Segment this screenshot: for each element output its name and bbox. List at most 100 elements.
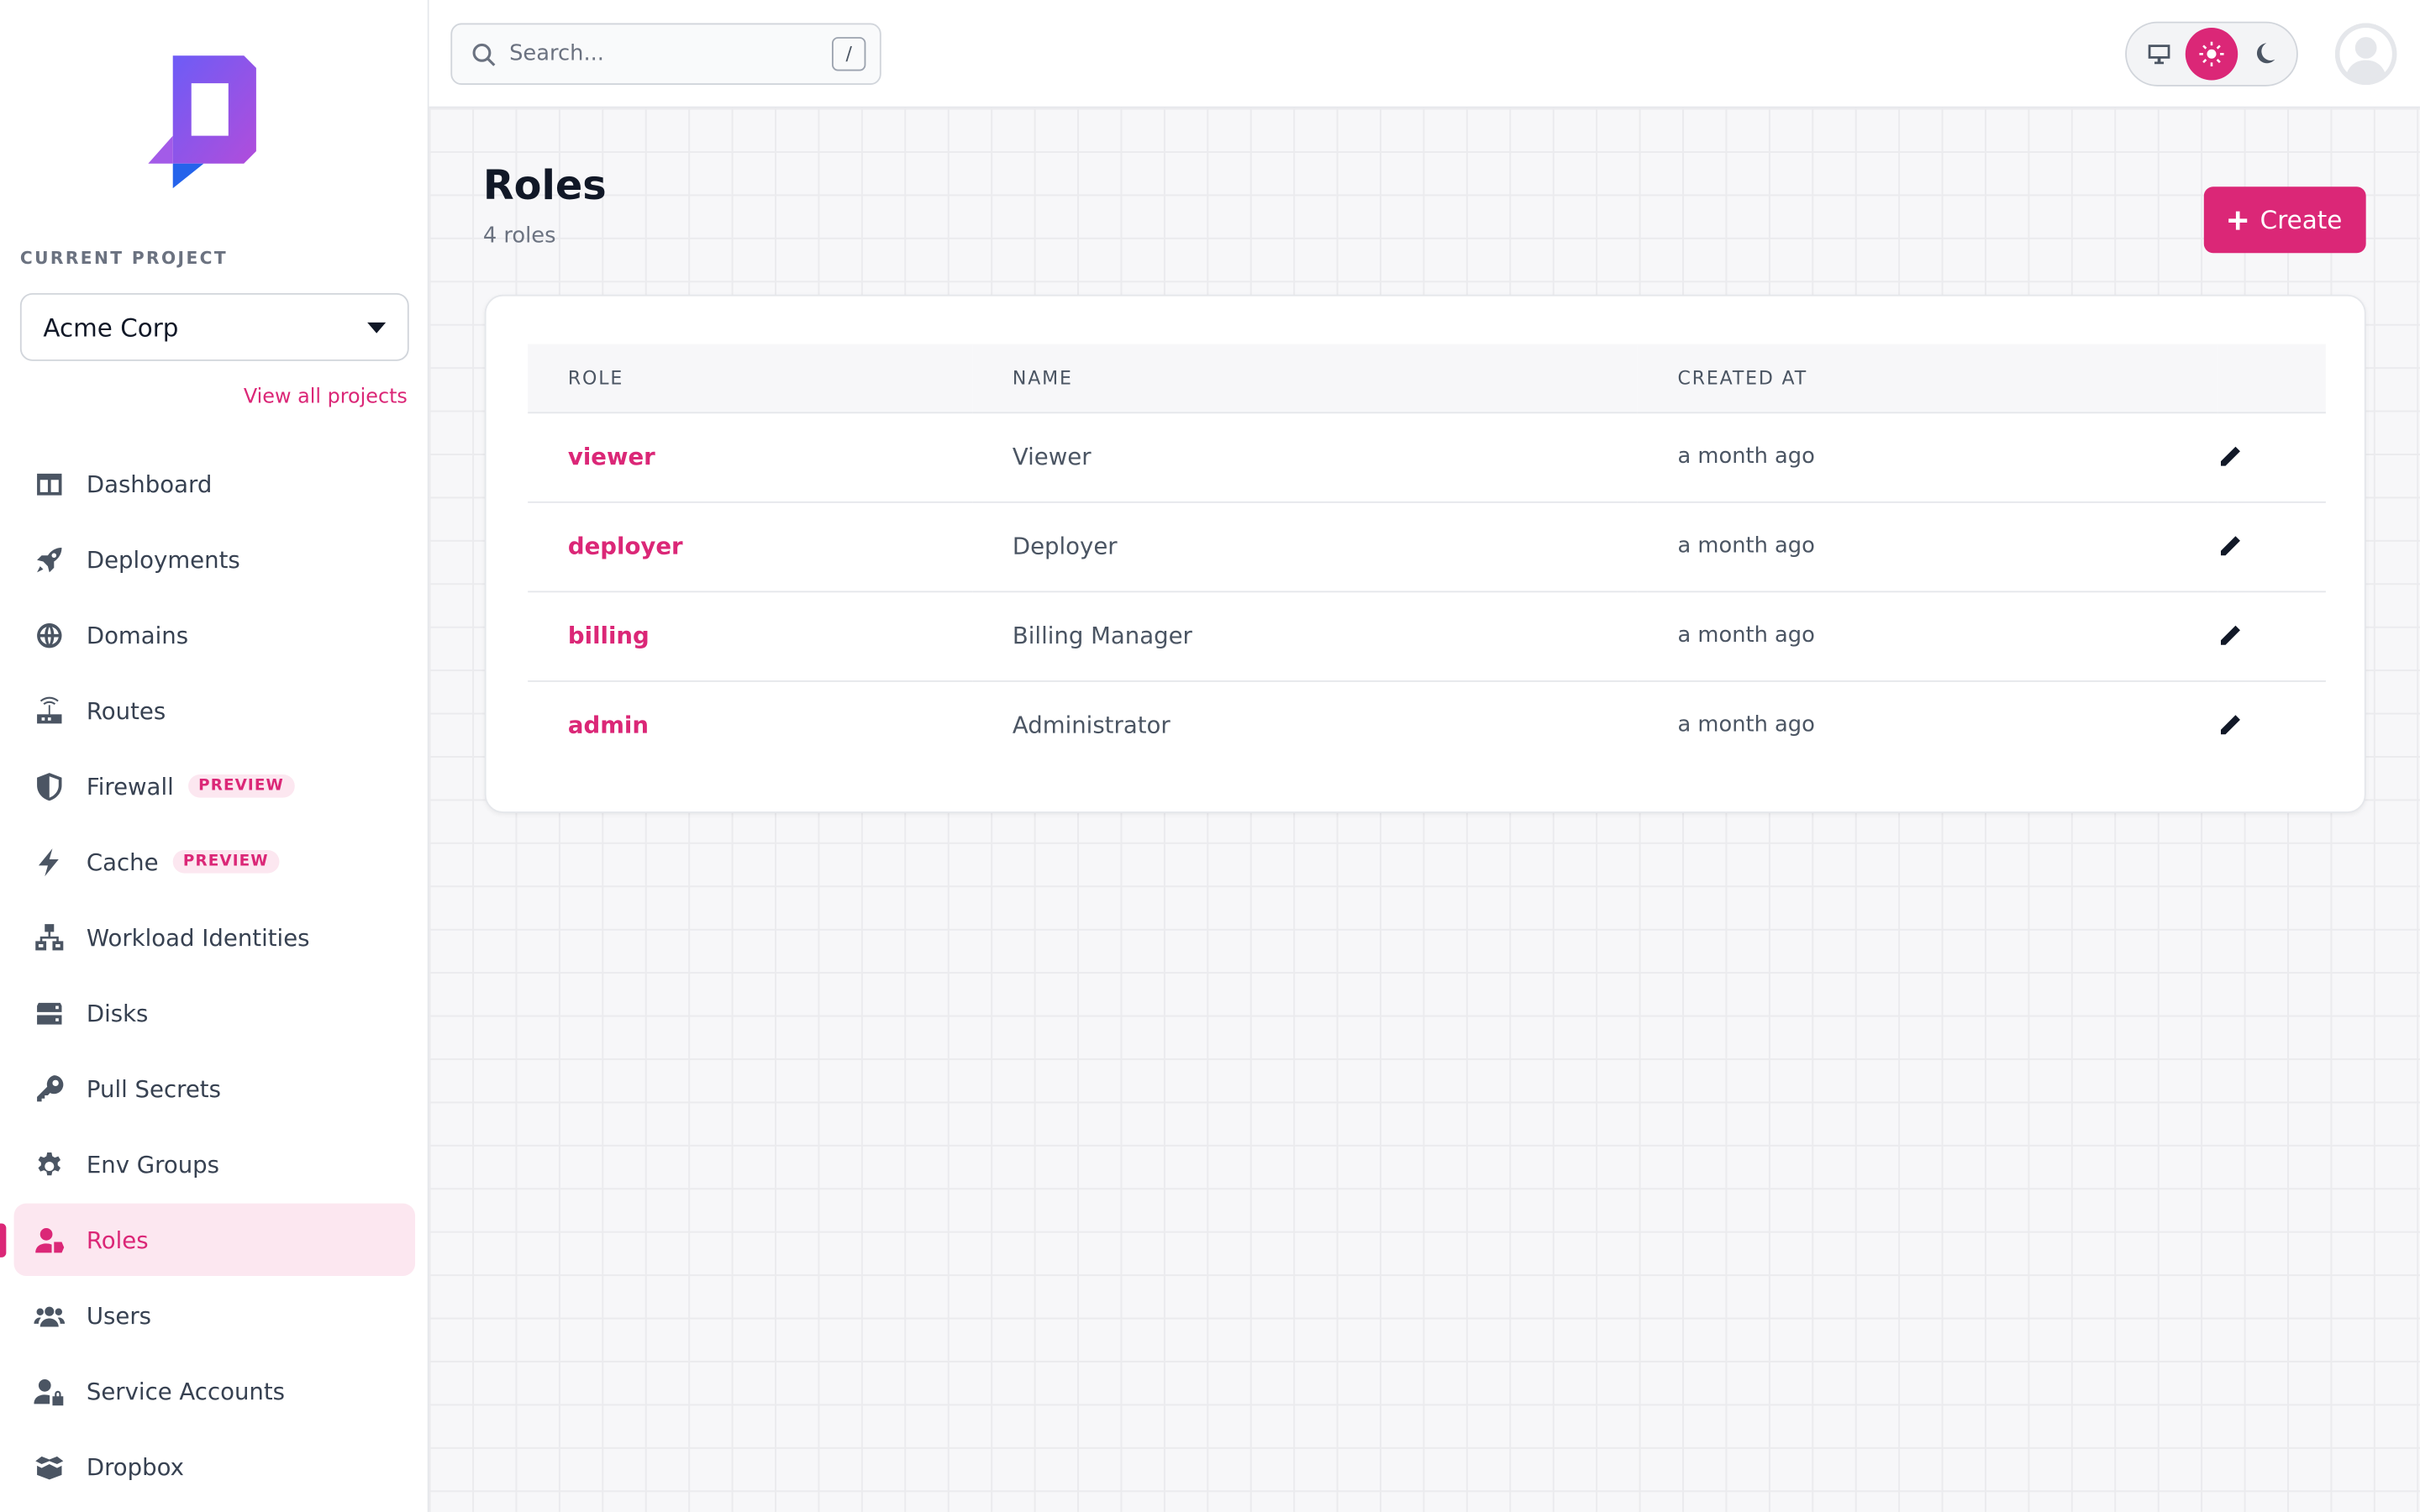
sidebar-item-label: Dashboard <box>86 470 213 498</box>
search-input[interactable] <box>509 41 818 66</box>
role-created-at: a month ago <box>1637 591 2218 681</box>
theme-system-button[interactable] <box>2133 28 2185 80</box>
sidebar-item-label: Deployments <box>86 545 240 574</box>
roles-card: ROLE NAME CREATED AT viewer Viewer a mon… <box>484 294 2366 813</box>
sidebar-item-label: Dropbox <box>86 1452 184 1481</box>
sidebar-item-label: Routes <box>86 696 166 725</box>
shield-icon <box>37 772 62 801</box>
project-select-value: Acme Corp <box>43 312 179 342</box>
network-icon <box>35 923 64 950</box>
sidebar-item-roles[interactable]: Roles <box>0 1203 416 1276</box>
sidebar-item-dashboard[interactable]: Dashboard <box>14 448 416 520</box>
edit-cell <box>2217 680 2326 770</box>
table-row: viewer Viewer a month ago <box>528 412 2326 502</box>
theme-dark-button[interactable] <box>2238 28 2290 80</box>
user-lock-icon <box>34 1378 64 1405</box>
column-header-created-at: CREATED AT <box>1637 344 2218 413</box>
gear-icon <box>38 1152 60 1175</box>
user-tag-icon <box>35 1227 65 1252</box>
role-created-at: a month ago <box>1637 412 2218 502</box>
create-button-label: Create <box>2260 205 2343 235</box>
column-header-role: ROLE <box>528 344 973 413</box>
users-icon <box>34 1305 66 1326</box>
current-project-label: CURRENT PROJECT <box>19 248 229 269</box>
theme-light-button[interactable] <box>2185 28 2238 81</box>
sidebar-item-routes[interactable]: Routes <box>14 675 416 747</box>
sidebar-item-label: Disks <box>86 999 149 1027</box>
sidebar-item-domains[interactable]: Domains <box>14 599 416 671</box>
sidebar-item-label: Domains <box>86 621 189 649</box>
sidebar: CURRENT PROJECT Acme Corp View all proje… <box>0 0 429 1512</box>
role-link[interactable]: billing <box>528 591 973 681</box>
globe-icon <box>37 622 62 648</box>
sidebar-item-workload-identities[interactable]: Workload Identities <box>14 901 416 974</box>
sun-icon <box>2199 41 2224 66</box>
role-link[interactable]: deployer <box>528 501 973 592</box>
caret-down-icon <box>367 321 387 333</box>
bolt-icon <box>38 848 59 876</box>
moon-icon <box>2256 43 2275 64</box>
search-icon <box>472 43 496 66</box>
sidebar-item-cache[interactable]: Cache PREVIEW <box>14 826 416 898</box>
view-all-projects-link[interactable]: View all projects <box>244 386 408 409</box>
sidebar-item-label: Users <box>86 1301 152 1330</box>
pencil-icon[interactable] <box>2217 533 2242 558</box>
sidebar-item-disks[interactable]: Disks <box>14 977 416 1049</box>
search-box[interactable]: / <box>450 23 881 86</box>
role-created-at: a month ago <box>1677 713 1815 738</box>
pencil-icon[interactable] <box>2217 444 2242 469</box>
sidebar-item-label: Cache <box>86 848 159 876</box>
rocket-icon <box>37 547 62 572</box>
roles-table: ROLE NAME CREATED AT viewer Viewer a mon… <box>528 344 2326 770</box>
edit-cell <box>2217 501 2326 592</box>
sidebar-item-label: Firewall <box>86 772 174 801</box>
create-role-button[interactable]: Create <box>2203 186 2366 254</box>
edit-cell <box>2217 412 2326 502</box>
sidebar-item-label: Env Groups <box>86 1150 220 1179</box>
preview-badge: PREVIEW <box>187 774 295 798</box>
sidebar-item-label: Service Accounts <box>86 1377 286 1405</box>
monitor-icon <box>2148 45 2170 65</box>
role-name: Viewer <box>972 412 1638 502</box>
user-avatar[interactable] <box>2334 23 2397 86</box>
plus-icon <box>2228 210 2248 229</box>
user-silhouette-icon <box>2334 23 2397 86</box>
sidebar-item-label: Pull Secrets <box>86 1074 221 1103</box>
role-link[interactable]: admin <box>528 680 972 770</box>
roles-count: 4 roles <box>482 223 556 249</box>
dashboard-icon <box>37 472 62 495</box>
preview-badge: PREVIEW <box>172 850 280 874</box>
role-name: Administrator <box>1012 711 1171 740</box>
page-title: Roles <box>482 163 607 210</box>
project-select[interactable]: Acme Corp <box>19 292 409 361</box>
column-header-name: NAME <box>972 344 1638 413</box>
role-name: Billing Manager <box>972 591 1638 681</box>
column-header-actions <box>2217 344 2326 413</box>
pencil-icon[interactable] <box>2217 623 2242 648</box>
sidebar-item-service-accounts[interactable]: Service Accounts <box>14 1355 416 1427</box>
router-icon <box>37 696 62 723</box>
sidebar-item-dropbox[interactable]: Dropbox <box>14 1431 416 1503</box>
brand-logo[interactable] <box>148 55 259 189</box>
role-name: Deployer <box>972 501 1638 592</box>
sidebar-item-label: Roles <box>86 1226 149 1254</box>
pencil-icon[interactable] <box>2217 713 2242 738</box>
edit-cell <box>2217 591 2326 681</box>
search-shortcut-key: / <box>831 37 866 71</box>
sidebar-item-pull-secrets[interactable]: Pull Secrets <box>14 1053 416 1125</box>
sidebar-nav: Dashboard Deployments Domains Routes Fir… <box>0 448 416 1506</box>
table-row: billing Billing Manager a month ago <box>528 591 2326 681</box>
sidebar-item-deployments[interactable]: Deployments <box>14 523 416 596</box>
box-icon <box>35 1455 64 1479</box>
table-row: deployer Deployer a month ago <box>528 501 2326 592</box>
key-icon <box>37 1074 64 1101</box>
sidebar-item-label: Workload Identities <box>86 923 310 952</box>
role-link[interactable]: viewer <box>528 412 973 502</box>
table-header-row: ROLE NAME CREATED AT <box>528 344 2326 413</box>
topbar: / <box>429 0 2420 108</box>
main-content: Roles 4 roles Create ROLE NAME CREATED A… <box>429 108 2420 1512</box>
sidebar-item-users[interactable]: Users <box>14 1279 416 1352</box>
disk-icon <box>37 1001 62 1024</box>
sidebar-item-env-groups[interactable]: Env Groups <box>14 1128 416 1200</box>
sidebar-item-firewall[interactable]: Firewall PREVIEW <box>14 750 416 822</box>
